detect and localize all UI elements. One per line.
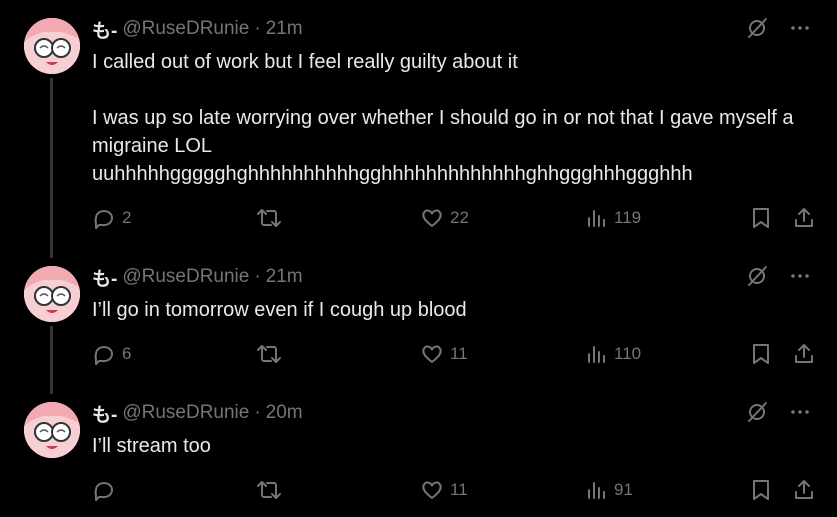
more-icon[interactable] — [789, 401, 811, 423]
heart-icon — [420, 342, 444, 366]
like-button[interactable]: 11 — [420, 478, 468, 502]
tweet-header: も- @RuseDRunie · 21m — [92, 16, 303, 43]
avatar[interactable] — [24, 402, 80, 458]
reply-icon — [92, 206, 116, 230]
grok-icon[interactable] — [745, 400, 769, 424]
reply-button[interactable] — [92, 478, 122, 502]
tweet-text: I’ll go in tomorrow even if I cough up b… — [92, 299, 467, 321]
tweet-actions: 6 11 110 — [92, 342, 817, 368]
user-handle[interactable]: @RuseDRunie — [122, 266, 249, 288]
bookmark-button[interactable] — [750, 342, 772, 366]
retweet-icon — [256, 206, 282, 230]
views-button[interactable]: 91 — [584, 478, 633, 502]
header-actions — [745, 400, 811, 424]
more-icon[interactable] — [789, 265, 811, 287]
header-actions — [745, 264, 811, 288]
retweet-button[interactable] — [256, 342, 288, 366]
reply-icon — [92, 342, 116, 366]
views-icon — [584, 478, 608, 502]
tweet-header: も- @RuseDRunie · 20m — [92, 400, 303, 427]
user-handle[interactable]: @RuseDRunie — [122, 18, 249, 40]
display-name[interactable]: も- — [92, 264, 117, 291]
like-count: 11 — [450, 480, 468, 499]
share-icon — [792, 206, 816, 230]
like-count: 11 — [450, 344, 468, 363]
views-count: 110 — [614, 344, 642, 363]
avatar-image — [24, 266, 80, 322]
like-button[interactable]: 11 — [420, 342, 468, 366]
header-actions — [745, 16, 811, 40]
bookmark-button[interactable] — [750, 478, 772, 502]
reply-button[interactable]: 6 — [92, 342, 131, 366]
user-handle[interactable]: @RuseDRunie — [122, 402, 249, 424]
retweet-button[interactable] — [256, 478, 288, 502]
timestamp[interactable]: 20m — [266, 402, 303, 424]
separator: · — [254, 402, 261, 423]
tweet-text: I’ll stream too — [92, 435, 211, 457]
like-button[interactable]: 22 — [420, 206, 469, 230]
tweet[interactable]: も- @RuseDRunie · 21m I’ll go in tomorrow… — [0, 262, 837, 387]
share-icon — [792, 342, 816, 366]
views-button[interactable]: 119 — [584, 206, 641, 230]
display-name[interactable]: も- — [92, 16, 117, 43]
share-button[interactable] — [792, 206, 816, 230]
like-count: 22 — [450, 208, 469, 227]
views-icon — [584, 206, 608, 230]
tweet[interactable]: も- @RuseDRunie · 20m I’ll stream too 11 … — [0, 398, 837, 517]
tweet[interactable]: も- @RuseDRunie · 21m I called out of wor… — [0, 14, 837, 254]
bookmark-icon — [750, 478, 772, 502]
grok-icon[interactable] — [745, 16, 769, 40]
tweet-actions: 11 91 — [92, 478, 817, 504]
reply-button[interactable]: 2 — [92, 206, 131, 230]
grok-icon[interactable] — [745, 264, 769, 288]
views-icon — [584, 342, 608, 366]
share-icon — [792, 478, 816, 502]
bookmark-icon — [750, 342, 772, 366]
retweet-icon — [256, 342, 282, 366]
retweet-button[interactable] — [256, 206, 288, 230]
heart-icon — [420, 206, 444, 230]
avatar-image — [24, 402, 80, 458]
heart-icon — [420, 478, 444, 502]
bookmark-icon — [750, 206, 772, 230]
views-count: 91 — [614, 480, 633, 499]
tweet-header: も- @RuseDRunie · 21m — [92, 264, 303, 291]
views-count: 119 — [614, 208, 642, 227]
timestamp[interactable]: 21m — [266, 266, 303, 288]
display-name[interactable]: も- — [92, 400, 117, 427]
tweet-text: I called out of work but I feel really g… — [92, 51, 794, 185]
reply-icon — [92, 478, 116, 502]
share-button[interactable] — [792, 342, 816, 366]
avatar[interactable] — [24, 18, 80, 74]
tweet-actions: 2 22 119 — [92, 206, 817, 232]
separator: · — [254, 266, 261, 287]
reply-count: 6 — [122, 344, 132, 363]
separator: · — [254, 18, 261, 39]
more-icon[interactable] — [789, 17, 811, 39]
avatar-image — [24, 18, 80, 74]
reply-count: 2 — [122, 208, 132, 227]
avatar[interactable] — [24, 266, 80, 322]
timestamp[interactable]: 21m — [266, 18, 303, 40]
share-button[interactable] — [792, 478, 816, 502]
views-button[interactable]: 110 — [584, 342, 641, 366]
retweet-icon — [256, 478, 282, 502]
bookmark-button[interactable] — [750, 206, 772, 230]
